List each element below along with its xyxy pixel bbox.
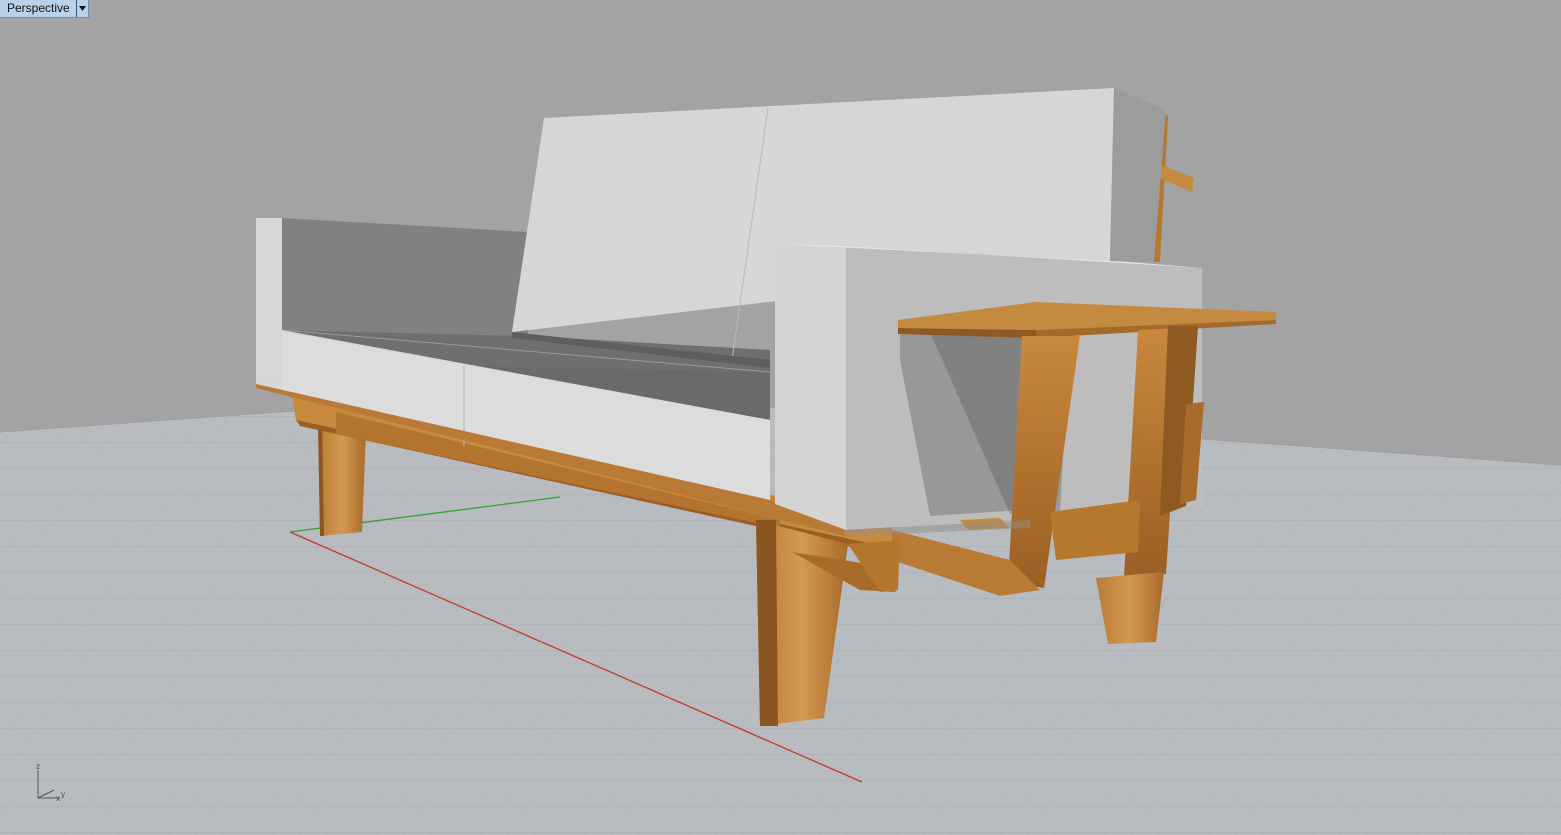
axis-x-label: x: [56, 794, 60, 803]
viewport-menu-button[interactable]: [75, 0, 88, 17]
perspective-viewport[interactable]: Perspective z y x: [0, 0, 1561, 835]
dropdown-triangle-icon: [78, 6, 86, 11]
viewport-canvas[interactable]: [0, 0, 1561, 835]
viewport-title[interactable]: Perspective: [0, 0, 76, 17]
world-axes-icon: z y x: [36, 762, 65, 803]
viewport-tab[interactable]: Perspective: [0, 0, 89, 18]
axis-z-label: z: [36, 762, 40, 771]
axis-y-label: y: [61, 790, 65, 799]
